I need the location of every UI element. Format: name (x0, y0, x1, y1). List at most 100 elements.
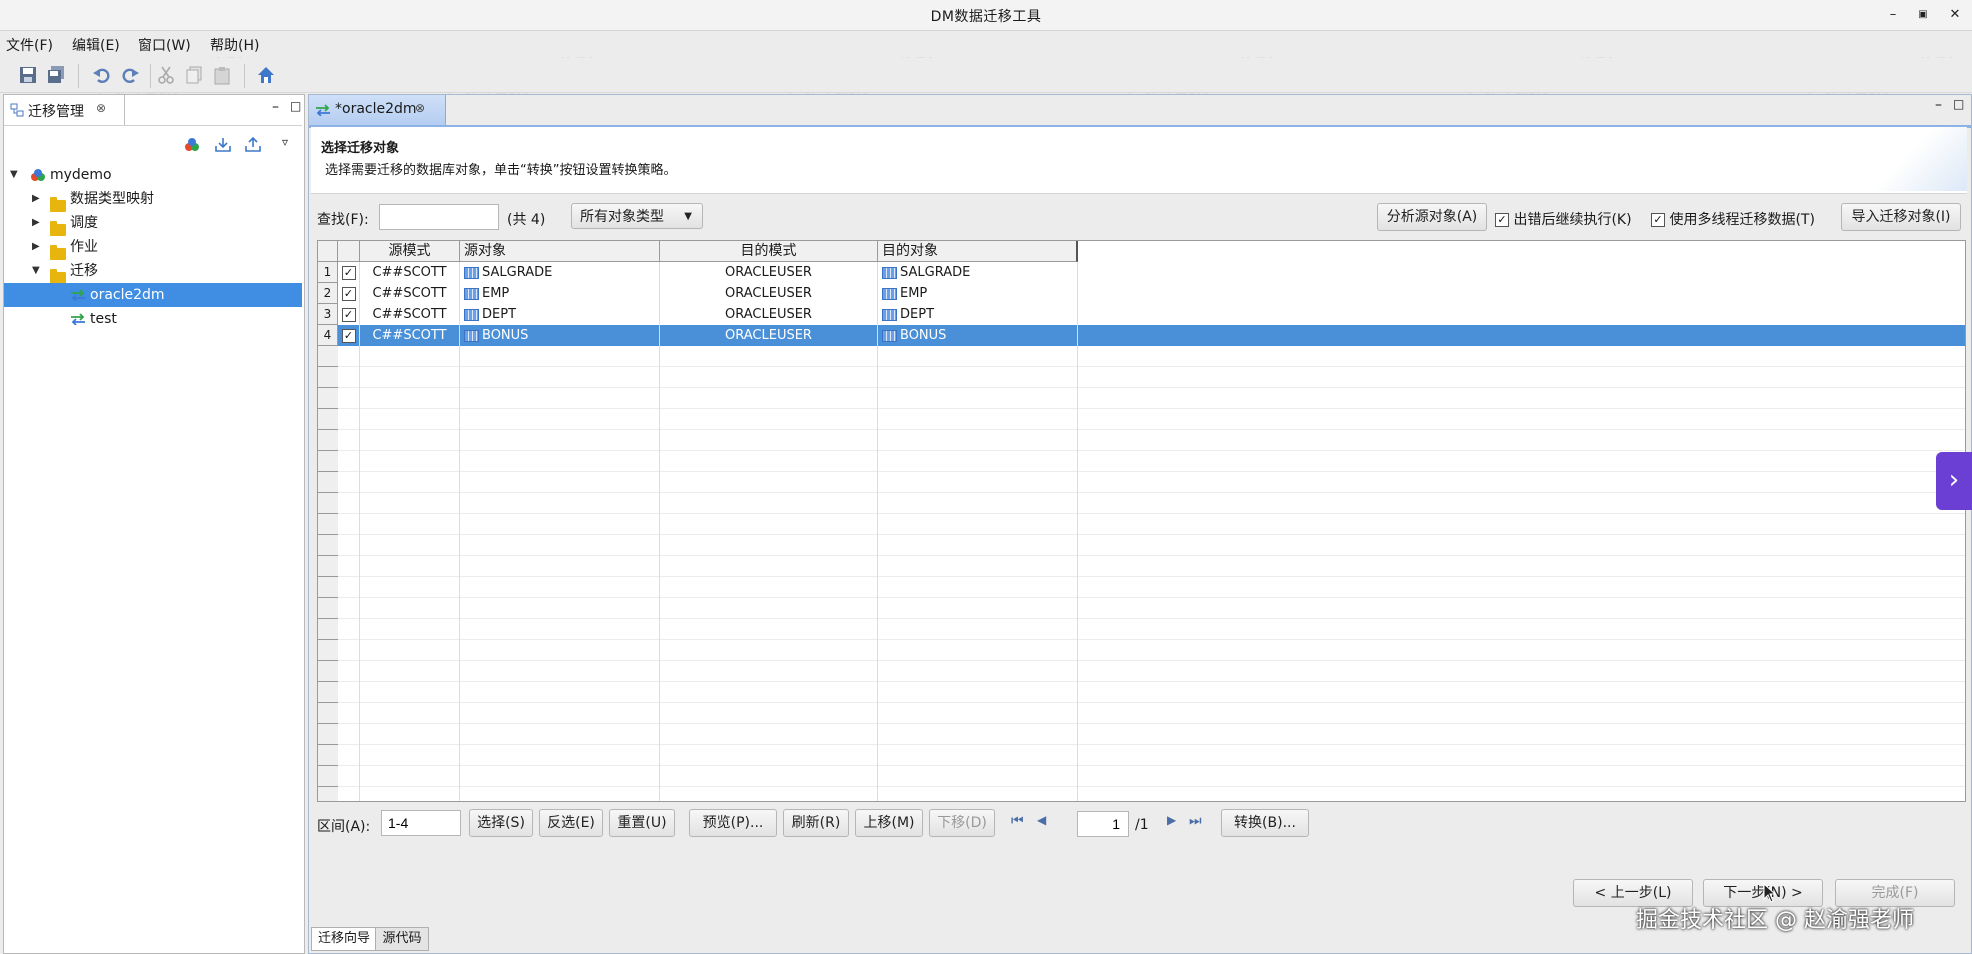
source-schema-cell: C##SCOTT (360, 262, 460, 283)
invert-select-button[interactable]: 反选(E) (539, 809, 603, 837)
page-input[interactable] (1077, 811, 1129, 837)
analyze-source-button[interactable]: 分析源对象(A) (1377, 203, 1487, 231)
collapsed-arrow-icon[interactable]: ▶ (32, 235, 40, 259)
tree-item-oracle2dm[interactable]: oracle2dm (4, 283, 302, 307)
tab-label: *oracle2dm (335, 101, 417, 117)
checkbox-checked-icon[interactable]: ✓ (1651, 213, 1665, 227)
table-icon (882, 287, 897, 300)
checkbox-checked-icon[interactable]: ✓ (1495, 213, 1509, 227)
table-row[interactable]: 3 ✓ C##SCOTT DEPT ORACLEUSER DEPT (318, 304, 1965, 325)
next-page-icon[interactable]: ▶ (1167, 813, 1176, 827)
home-icon[interactable] (256, 65, 276, 85)
project-icon (31, 169, 45, 181)
tree-label: 作业 (70, 239, 98, 255)
import-icon[interactable] (214, 137, 232, 153)
column-header-source-object[interactable]: 源对象 (460, 241, 660, 262)
tree-item-job[interactable]: ▶ 作业 (4, 235, 302, 260)
row-number: 4 (318, 325, 338, 346)
column-header-target-object[interactable]: 目的对象 (878, 241, 1078, 262)
save-all-icon[interactable] (46, 65, 66, 85)
paste-icon[interactable] (212, 65, 232, 85)
refresh-button[interactable]: 刷新(R) (783, 809, 849, 837)
column-header-target-schema[interactable]: 目的模式 (660, 241, 878, 262)
export-icon[interactable] (244, 137, 262, 153)
menu-file[interactable]: 文件(F) (6, 35, 53, 55)
side-expand-chevron-right-icon[interactable]: › (1936, 452, 1972, 510)
minimize-editor-icon[interactable]: – (1935, 97, 1942, 113)
move-up-button[interactable]: 上移(M) (855, 809, 923, 837)
table-row[interactable]: 2 ✓ C##SCOTT EMP ORACLEUSER EMP (318, 283, 1965, 304)
row-checkbox-checked-icon[interactable]: ✓ (341, 286, 356, 301)
toolbar-separator (244, 64, 245, 88)
tab-source-code[interactable]: 源代码 (375, 927, 429, 951)
continue-on-error-checkbox[interactable]: ✓ 出错后继续执行(K) (1495, 209, 1632, 229)
redo-icon[interactable] (120, 65, 140, 85)
copy-icon[interactable] (184, 65, 204, 85)
search-input[interactable] (379, 204, 499, 230)
tree-item-migration[interactable]: ▼ 迁移 (4, 259, 302, 284)
convert-button[interactable]: 转换(B)... (1221, 809, 1309, 837)
previous-page-icon[interactable]: ◀ (1037, 813, 1046, 827)
column-header-source-schema[interactable]: 源模式 (360, 241, 460, 262)
tree-item-test[interactable]: test (4, 307, 302, 331)
preview-button[interactable]: 预览(P)... (689, 809, 777, 837)
save-icon[interactable] (18, 65, 38, 85)
maximize-editor-icon[interactable]: □ (1953, 97, 1964, 111)
menu-edit[interactable]: 编辑(E) (72, 35, 120, 55)
tab-label: 迁移管理 (28, 104, 84, 120)
new-project-icon[interactable] (184, 137, 200, 153)
menu-help[interactable]: 帮助(H) (210, 35, 259, 55)
source-object-name: SALGRADE (482, 265, 553, 280)
maximize-panel-icon[interactable]: □ (290, 99, 301, 113)
first-page-icon[interactable]: ⏮ (1011, 813, 1024, 829)
migration-objects-table: 源模式 源对象 目的模式 目的对象 1 ✓ C##SCOTT SALGRADE … (317, 240, 1966, 802)
row-checkbox-checked-icon[interactable]: ✓ (341, 265, 356, 280)
target-object-cell: EMP (878, 283, 1078, 304)
close-tab-icon[interactable]: ⊗ (96, 101, 106, 115)
move-down-button[interactable]: 下移(D) (929, 809, 995, 837)
menu-window[interactable]: 窗口(W) (138, 35, 191, 55)
minimize-button[interactable]: – (1882, 4, 1904, 26)
last-page-icon[interactable]: ⏭ (1189, 813, 1202, 829)
cut-icon[interactable] (156, 65, 176, 85)
table-row-selected[interactable]: 4 ✓ C##SCOTT BONUS ORACLEUSER BONUS (318, 325, 1965, 346)
object-type-select[interactable]: 所有对象类型 ▼ (571, 203, 703, 229)
expanded-arrow-icon[interactable]: ▼ (10, 163, 18, 187)
view-menu-chevron-down-icon[interactable]: ▿ (282, 135, 288, 149)
expanded-arrow-icon[interactable]: ▼ (32, 259, 40, 283)
row-checkbox-checked-icon[interactable]: ✓ (341, 307, 356, 322)
tree-item-datatype-mapping[interactable]: ▶ 数据类型映射 (4, 187, 302, 212)
table-row[interactable]: 1 ✓ C##SCOTT SALGRADE ORACLEUSER SALGRAD… (318, 262, 1965, 283)
row-number: 1 (318, 262, 338, 283)
range-input[interactable] (381, 810, 461, 836)
tree-item-schedule[interactable]: ▶ 调度 (4, 211, 302, 236)
tab-migration-wizard[interactable]: 迁移向导 (311, 927, 377, 951)
close-button[interactable]: ✕ (1944, 4, 1966, 26)
close-tab-icon[interactable]: ⊗ (415, 101, 425, 115)
toolbar-separator (150, 64, 151, 88)
tree-label: 迁移 (70, 263, 98, 279)
checkbox-column-header[interactable] (338, 241, 360, 262)
range-label: 区间(A): (317, 819, 371, 835)
table-icon (464, 266, 479, 279)
multithread-checkbox[interactable]: ✓ 使用多线程迁移数据(T) (1651, 209, 1815, 229)
target-object-cell: SALGRADE (878, 262, 1078, 283)
tab-oracle2dm[interactable]: *oracle2dm ⊗ (309, 95, 446, 125)
import-objects-button[interactable]: 导入迁移对象(I) (1841, 203, 1961, 231)
row-checkbox-checked-icon[interactable]: ✓ (341, 328, 356, 343)
collapsed-arrow-icon[interactable]: ▶ (32, 211, 40, 235)
collapsed-arrow-icon[interactable]: ▶ (32, 187, 40, 211)
maximize-button[interactable]: ▣ (1912, 4, 1934, 26)
minimize-panel-icon[interactable]: – (272, 99, 279, 115)
reset-button[interactable]: 重置(U) (609, 809, 675, 837)
select-button[interactable]: 选择(S) (469, 809, 533, 837)
undo-icon[interactable] (92, 65, 112, 85)
tree-item-mydemo[interactable]: ▼ mydemo (4, 163, 302, 187)
migration-icon (71, 289, 85, 301)
column-line (459, 346, 460, 801)
page-total: /1 (1135, 817, 1149, 833)
row-number: 2 (318, 283, 338, 304)
empty-rows (338, 346, 1965, 801)
tab-migration-management[interactable]: 迁移管理 ⊗ (4, 95, 125, 125)
table-icon (464, 308, 479, 321)
